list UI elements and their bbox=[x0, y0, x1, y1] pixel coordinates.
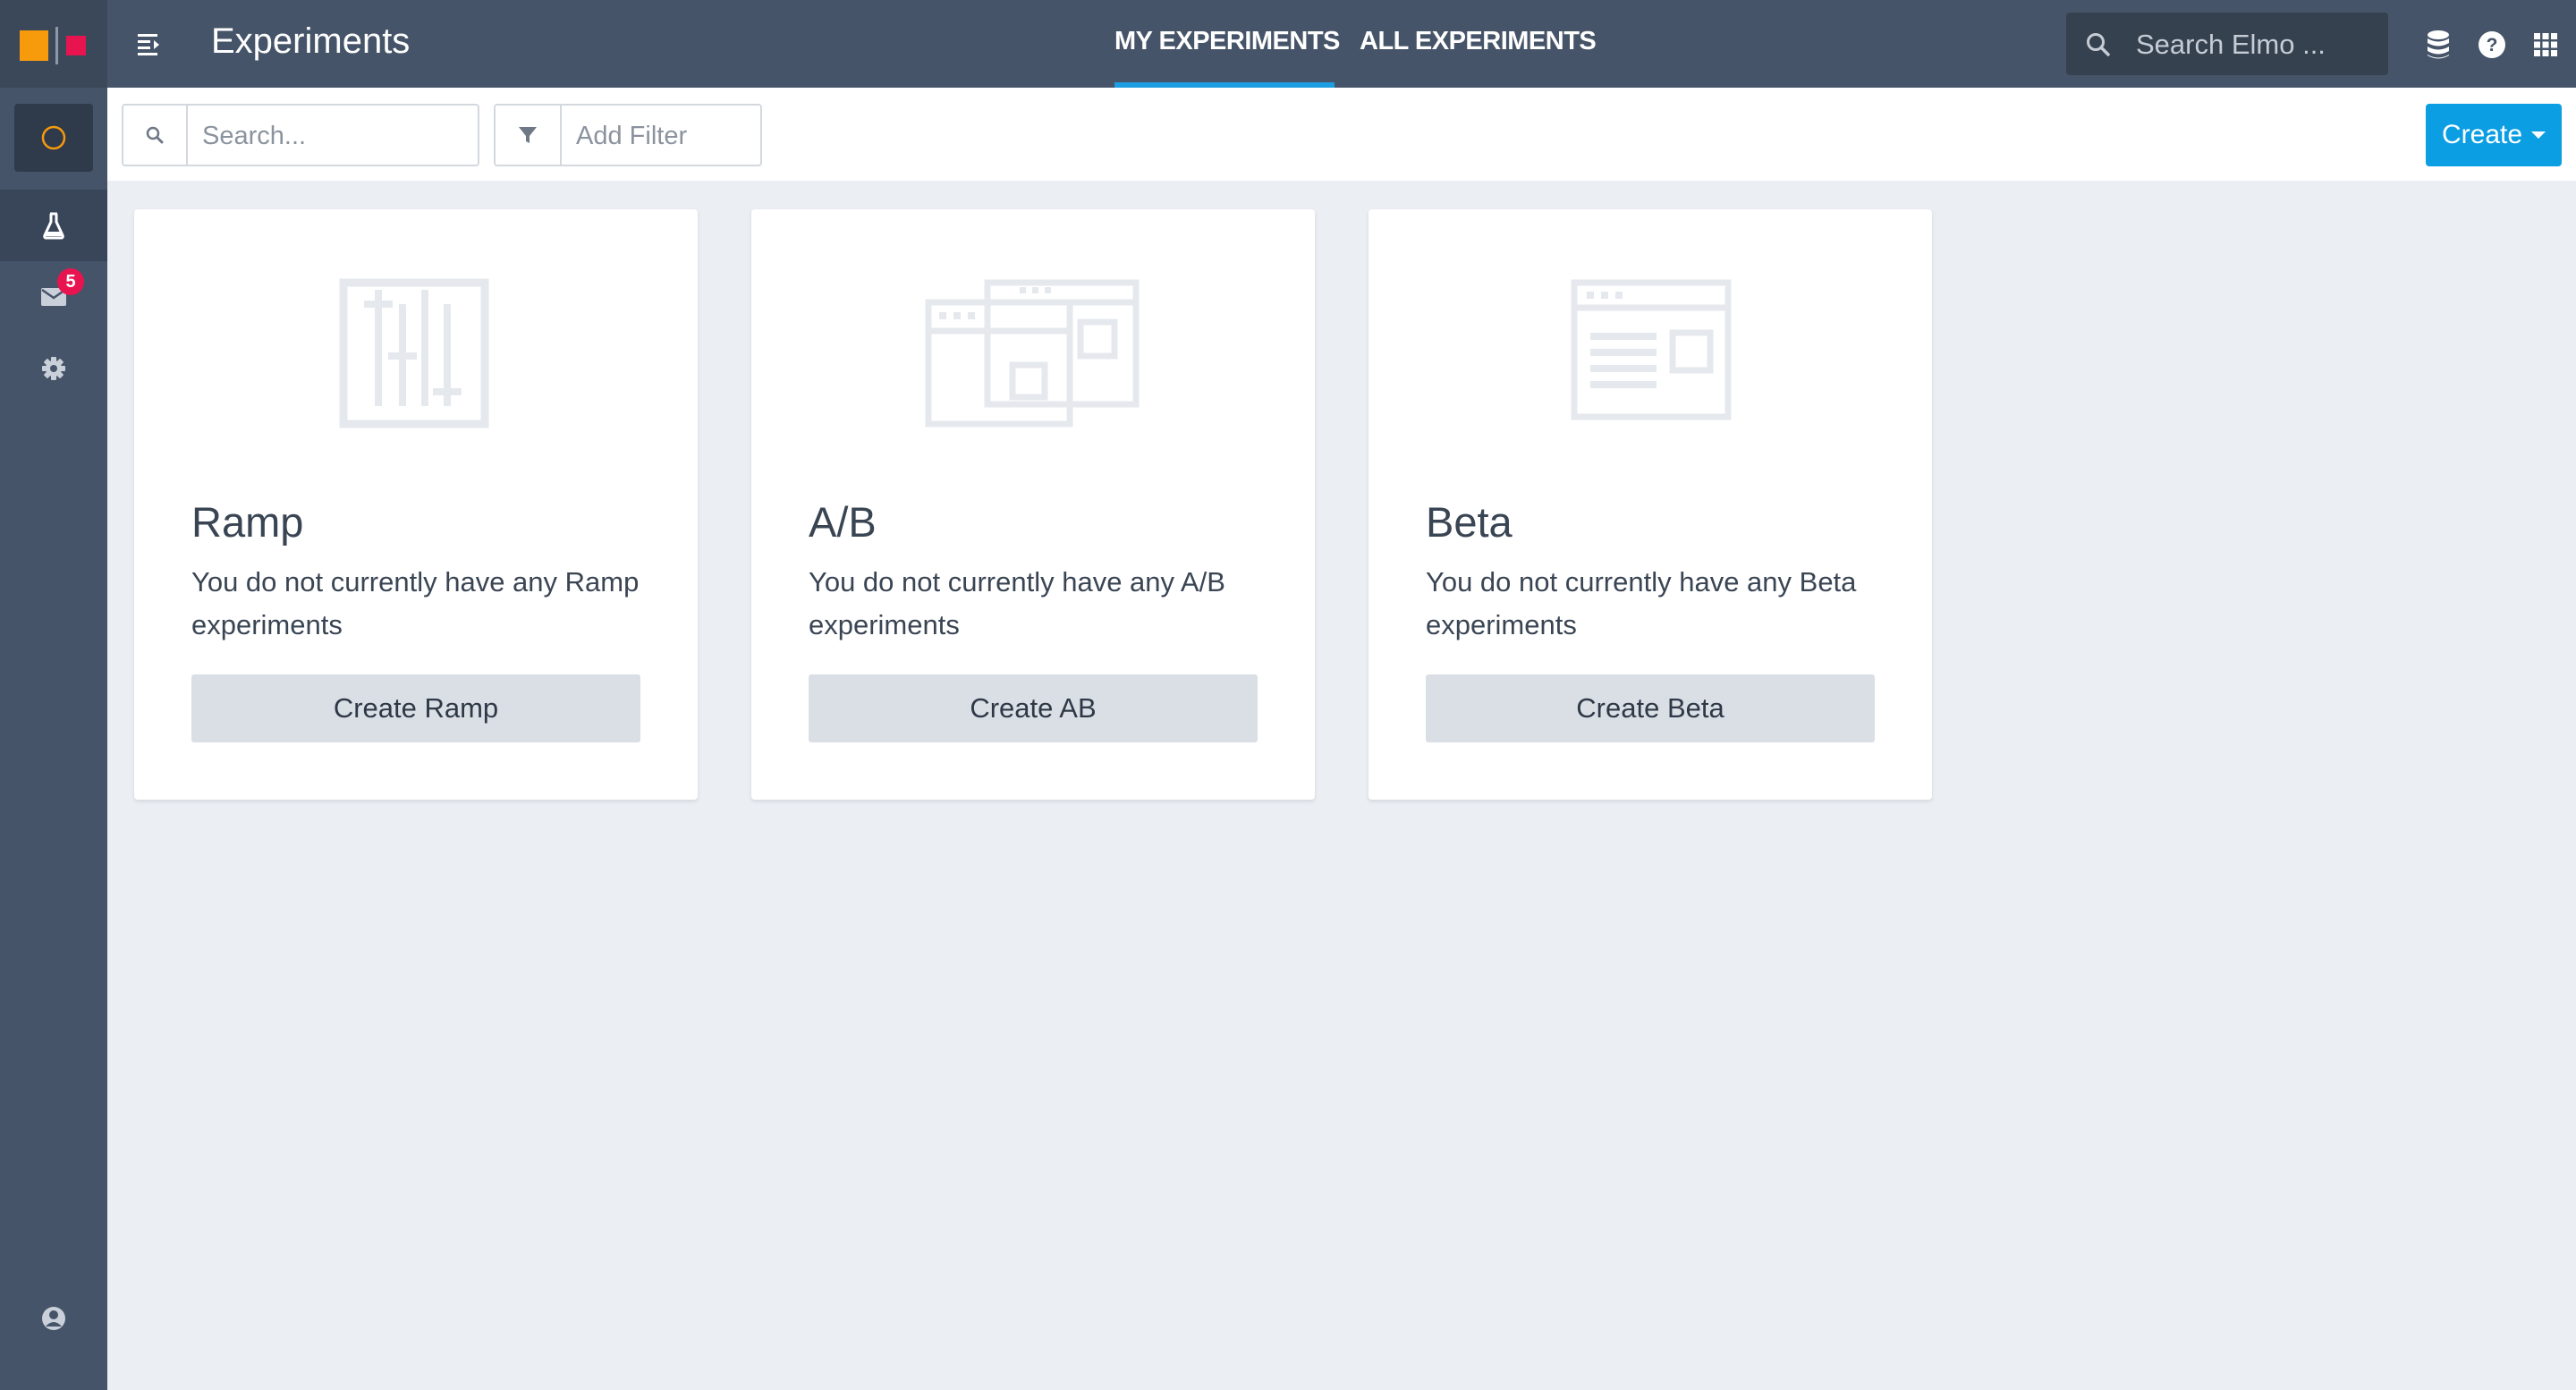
create-beta-button[interactable]: Create Beta bbox=[1426, 674, 1875, 742]
toolbar: Search... Add Filter Create bbox=[107, 88, 2576, 181]
create-ramp-button[interactable]: Create Ramp bbox=[191, 674, 640, 742]
search-icon bbox=[2087, 33, 2110, 56]
sidebar-item-settings[interactable] bbox=[0, 333, 107, 404]
sidebar-item-profile[interactable] bbox=[0, 1283, 107, 1354]
sidebar-item-experiments[interactable] bbox=[0, 190, 107, 261]
apps-grid-icon bbox=[2534, 33, 2557, 56]
sidebar-item-home[interactable] bbox=[14, 104, 93, 172]
svg-text:?: ? bbox=[2487, 35, 2498, 55]
experiment-card-ab: A/B You do not currently have any A/B ex… bbox=[751, 209, 1315, 800]
card-title: A/B bbox=[809, 498, 877, 546]
search-addon bbox=[123, 106, 188, 165]
database-icon bbox=[2428, 30, 2449, 59]
experiment-card-beta: Beta You do not currently have any Beta … bbox=[1368, 209, 1932, 800]
gear-icon bbox=[42, 357, 65, 380]
circle-icon bbox=[41, 125, 66, 150]
app-logo[interactable] bbox=[0, 0, 107, 88]
card-description: You do not currently have any Beta exper… bbox=[1426, 566, 1857, 640]
card-description: You do not currently have any Ramp exper… bbox=[191, 566, 640, 640]
card-title: Ramp bbox=[191, 498, 304, 546]
windows-illustration-icon bbox=[925, 279, 1140, 428]
sliders-illustration-icon bbox=[339, 278, 489, 428]
menu-toggle-button[interactable] bbox=[132, 27, 168, 63]
search-icon bbox=[146, 126, 164, 144]
notification-badge: 5 bbox=[57, 268, 84, 295]
create-label: Create bbox=[2442, 120, 2523, 149]
experiment-card-ramp: Ramp You do not currently have any Ramp … bbox=[134, 209, 698, 800]
global-search-placeholder: Search Elmo ... bbox=[2136, 29, 2326, 60]
card-description: You do not currently have any A/B experi… bbox=[809, 566, 1225, 640]
menu-collapse-icon bbox=[138, 34, 159, 55]
create-dropdown-button[interactable]: Create bbox=[2426, 104, 2562, 166]
add-filter-label: Add Filter bbox=[576, 122, 688, 150]
page-title: Experiments bbox=[211, 21, 411, 61]
tab-all-experiments[interactable]: ALL EXPERIMENTS bbox=[1360, 27, 1597, 56]
sidebar-item-messages[interactable]: 5 bbox=[0, 261, 107, 333]
search-placeholder: Search... bbox=[202, 122, 307, 150]
tab-my-experiments[interactable]: MY EXPERIMENTS bbox=[1114, 27, 1340, 56]
create-ab-button[interactable]: Create AB bbox=[809, 674, 1258, 742]
card-title: Beta bbox=[1426, 498, 1513, 546]
help-button[interactable]: ? bbox=[2474, 27, 2510, 63]
sidebar: 5 bbox=[0, 0, 107, 1390]
help-icon: ? bbox=[2479, 31, 2505, 58]
apps-button[interactable] bbox=[2528, 27, 2563, 63]
add-filter-button[interactable]: Add Filter bbox=[494, 104, 762, 166]
filter-addon bbox=[496, 106, 562, 165]
top-bar: Experiments MY EXPERIMENTS ALL EXPERIMEN… bbox=[107, 0, 2576, 88]
caret-down-icon bbox=[2531, 131, 2546, 139]
experiment-search-input[interactable]: Search... bbox=[122, 104, 479, 166]
user-circle-icon bbox=[42, 1307, 65, 1330]
database-button[interactable] bbox=[2420, 27, 2456, 63]
filter-icon bbox=[519, 127, 537, 143]
global-search-input[interactable]: Search Elmo ... bbox=[2066, 13, 2388, 75]
browser-illustration-icon bbox=[1571, 279, 1732, 420]
flask-icon bbox=[43, 212, 64, 240]
